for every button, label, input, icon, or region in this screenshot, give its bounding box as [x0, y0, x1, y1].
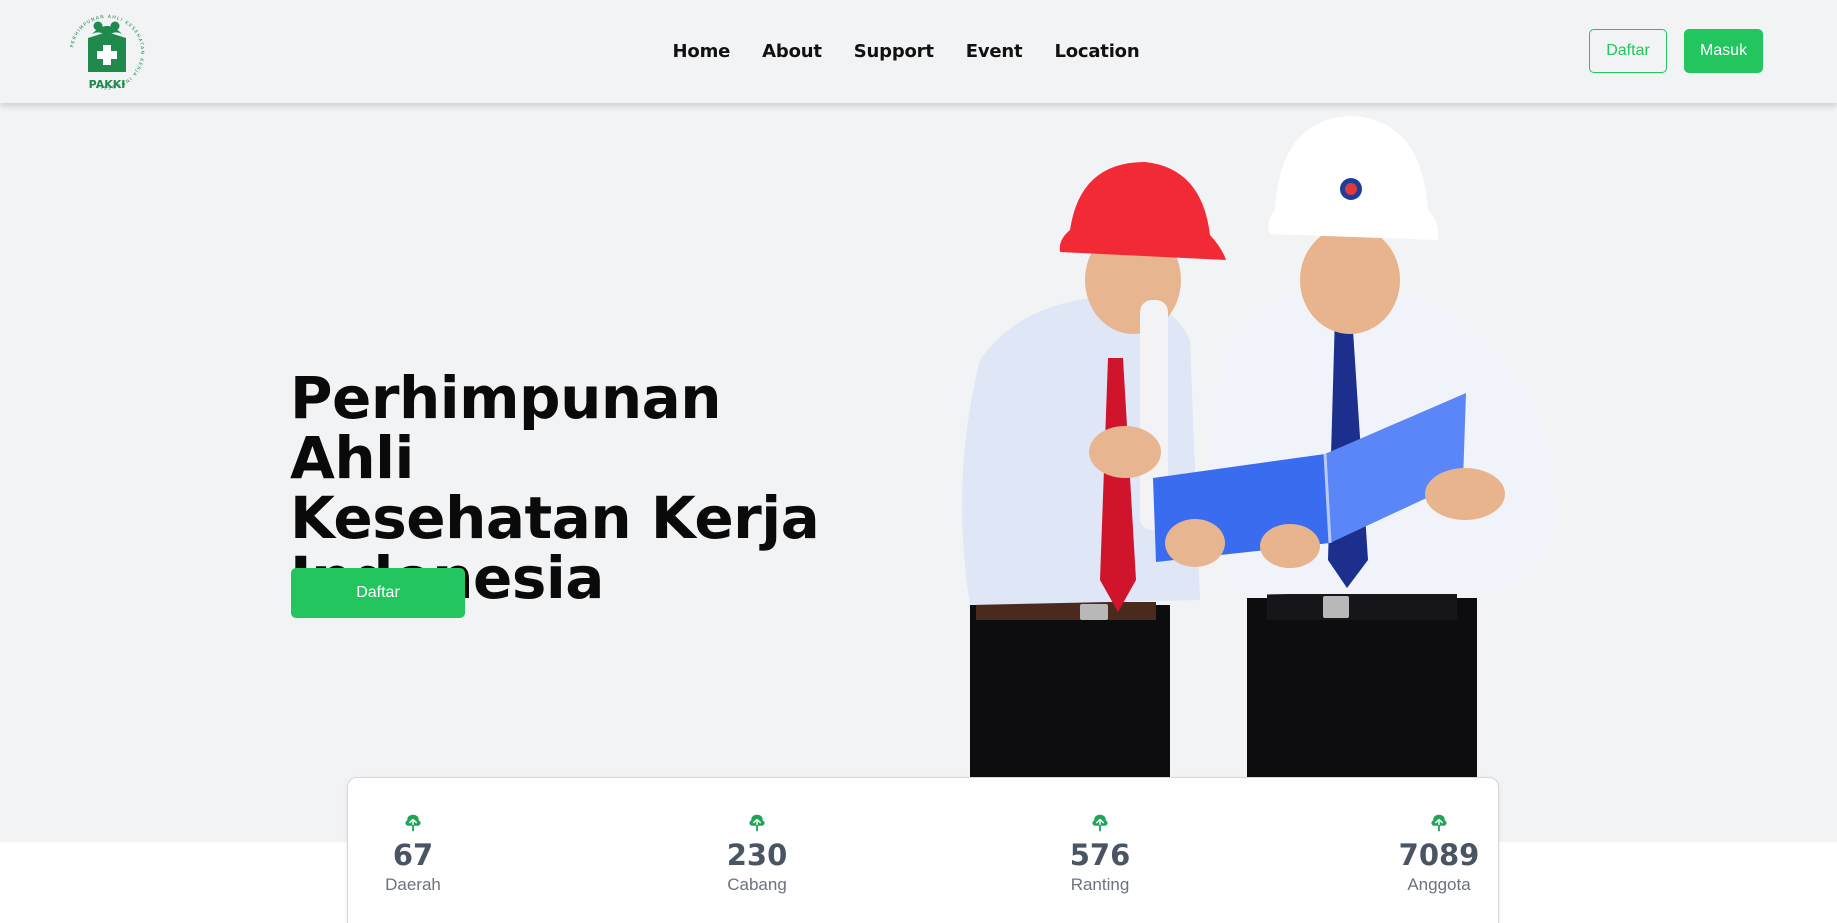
stat-daerah: 67 Daerah	[353, 812, 473, 895]
stat-cabang: 230 Cabang	[697, 812, 817, 895]
register-button[interactable]: Daftar	[1589, 29, 1667, 73]
tree-icon	[1092, 814, 1108, 832]
tree-icon	[405, 814, 421, 832]
nav-about[interactable]: About	[762, 41, 822, 62]
stat-anggota: 7089 Anggota	[1379, 812, 1499, 895]
stat-label: Ranting	[1070, 875, 1130, 894]
stat-value: 67	[392, 838, 434, 872]
stat-label: Anggota	[1407, 875, 1471, 894]
stat-label: Daerah	[385, 875, 441, 894]
nav-event[interactable]: Event	[966, 41, 1023, 62]
stat-value: 7089	[1398, 838, 1480, 872]
hero-title-line: Perhimpunan Ahli	[290, 364, 722, 492]
navbar: PERHIMPUNAN AHLI KESEHATAN KERJA INDONES…	[0, 0, 1837, 103]
hero-register-button[interactable]: Daftar	[291, 568, 465, 618]
main-nav: Home About Support Event Location	[0, 0, 1837, 103]
stats-card: 67 Daerah 230 Cabang 576 Ranting 7089 An…	[347, 777, 1499, 923]
stat-value: 230	[726, 838, 788, 872]
stat-value: 576	[1069, 838, 1131, 872]
nav-home[interactable]: Home	[673, 41, 731, 62]
stat-label: Cabang	[727, 875, 787, 894]
stat-ranting: 576 Ranting	[1040, 812, 1160, 895]
login-button[interactable]: Masuk	[1684, 29, 1763, 73]
nav-location[interactable]: Location	[1054, 41, 1139, 62]
hero-title-line: Kesehatan Kerja	[290, 484, 820, 552]
tree-icon	[749, 814, 765, 832]
hero-workers-image	[940, 110, 1580, 778]
nav-support[interactable]: Support	[854, 41, 934, 62]
tree-icon	[1431, 814, 1447, 832]
